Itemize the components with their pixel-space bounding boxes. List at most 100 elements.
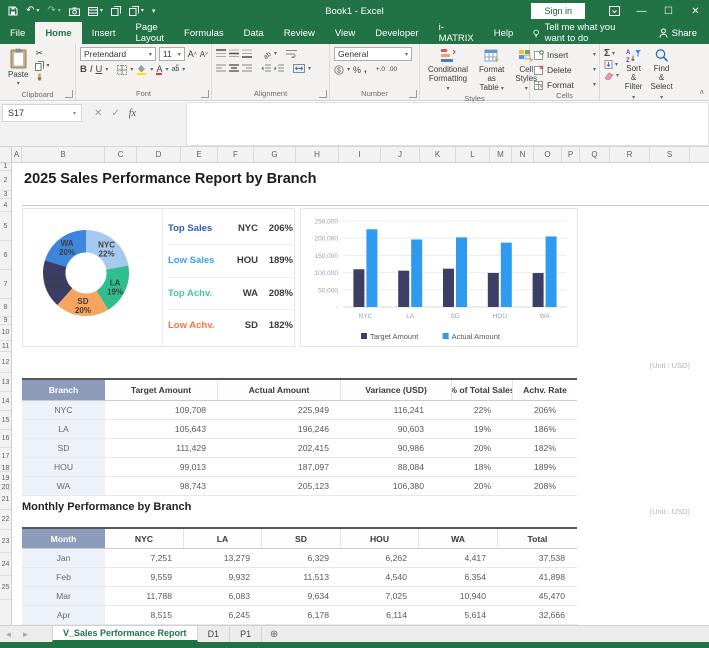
branch-row-nyc[interactable]: NYC109,708225,949116,24122%206% bbox=[22, 401, 577, 420]
row-header-23[interactable]: 23 bbox=[0, 530, 11, 553]
conditional-formatting-button[interactable]: ConditionalFormatting ▾ bbox=[424, 47, 472, 94]
decrease-indent-icon[interactable] bbox=[261, 62, 271, 75]
align-center-icon[interactable] bbox=[229, 62, 239, 75]
menu-tab-help[interactable]: Help bbox=[484, 22, 524, 44]
find-select-button[interactable]: Find &Select ▾ bbox=[648, 47, 675, 102]
font-color-button[interactable]: A bbox=[156, 63, 162, 76]
tell-me-box[interactable]: Tell me what you want to do bbox=[523, 22, 646, 44]
column-header-P[interactable]: P bbox=[562, 147, 580, 162]
column-header-J[interactable]: J bbox=[381, 147, 420, 162]
orientation-button[interactable]: ab bbox=[261, 47, 271, 60]
column-header-L[interactable]: L bbox=[456, 147, 490, 162]
minimize-button[interactable]: — bbox=[628, 0, 655, 22]
select-all-corner[interactable] bbox=[0, 147, 12, 162]
column-header-O[interactable]: O bbox=[534, 147, 562, 162]
table-rows-icon[interactable]: ▾ bbox=[88, 7, 103, 16]
row-header-16[interactable]: 16 bbox=[0, 430, 11, 448]
row-header-13[interactable]: 13 bbox=[0, 373, 11, 392]
collapse-ribbon-icon[interactable]: ˄ bbox=[699, 88, 704, 97]
column-header-K[interactable]: K bbox=[420, 147, 456, 162]
insert-cells-button[interactable]: Insert▾ bbox=[534, 48, 596, 61]
decrease-decimal-button[interactable]: .00 bbox=[388, 63, 397, 76]
menu-tab-file[interactable]: File bbox=[0, 22, 35, 44]
clipboard-dialog-launcher[interactable] bbox=[65, 90, 73, 98]
row-header-5[interactable]: 5 bbox=[0, 212, 11, 241]
menu-tab-i-matrix[interactable]: i-MATRIX bbox=[429, 22, 484, 44]
percent-style-button[interactable]: % bbox=[353, 63, 361, 76]
column-header-F[interactable]: F bbox=[218, 147, 254, 162]
format-cells-button[interactable]: Format▾ bbox=[534, 78, 596, 91]
menu-tab-page-layout[interactable]: Page Layout bbox=[125, 22, 174, 44]
row-header-20[interactable]: 20 bbox=[0, 485, 11, 490]
camera-icon[interactable] bbox=[69, 7, 80, 16]
new-sheet-button[interactable]: ⊕ bbox=[262, 626, 286, 642]
fill-color-button[interactable] bbox=[136, 63, 147, 76]
share-button[interactable]: Share bbox=[647, 22, 709, 44]
sign-in-button[interactable]: Sign in bbox=[531, 3, 585, 19]
underline-button[interactable]: U bbox=[96, 63, 103, 76]
confirm-entry-icon[interactable]: ✓ bbox=[111, 108, 119, 119]
monthly-row-apr[interactable]: Apr8,5156,2456,1786,1145,61432,666 bbox=[22, 606, 577, 625]
column-header-H[interactable]: H bbox=[296, 147, 339, 162]
monthly-row-feb[interactable]: Feb9,5599,93211,5134,5406,35441,898 bbox=[22, 568, 577, 587]
menu-tab-data[interactable]: Data bbox=[234, 22, 274, 44]
number-format-combo[interactable]: General▾ bbox=[334, 47, 412, 61]
sheet-tab-p1[interactable]: P1 bbox=[230, 626, 262, 642]
align-top-icon[interactable] bbox=[216, 47, 226, 60]
row-header-22[interactable]: 22 bbox=[0, 510, 11, 530]
row-header-14[interactable]: 14 bbox=[0, 392, 11, 411]
row-header-1[interactable]: 1 bbox=[0, 163, 11, 171]
menu-tab-developer[interactable]: Developer bbox=[365, 22, 428, 44]
column-header-C[interactable]: C bbox=[105, 147, 137, 162]
phonetic-guide-button[interactable]: ab̃ bbox=[171, 63, 179, 76]
italic-button[interactable]: I bbox=[90, 63, 93, 76]
paste-special-icon[interactable]: ▾ bbox=[129, 6, 144, 16]
undo-icon[interactable]: ↶▾ bbox=[26, 6, 39, 16]
row-header-17[interactable]: 17 bbox=[0, 448, 11, 466]
clear-button[interactable]: ▾ bbox=[604, 71, 619, 80]
row-header-18[interactable]: 18 bbox=[0, 466, 11, 472]
sheet-nav-right-icon[interactable]: ► bbox=[17, 626, 34, 642]
row-header-8[interactable]: 8 bbox=[0, 299, 11, 317]
row-header-15[interactable]: 15 bbox=[0, 411, 11, 430]
column-header-N[interactable]: N bbox=[512, 147, 534, 162]
align-bottom-icon[interactable] bbox=[242, 47, 252, 60]
align-right-icon[interactable] bbox=[242, 62, 252, 75]
monthly-row-jan[interactable]: Jan7,25113,2796,3296,2624,41737,538 bbox=[22, 549, 577, 568]
accounting-format-button[interactable]: $ bbox=[334, 63, 344, 76]
wrap-text-button[interactable] bbox=[286, 47, 297, 60]
autosum-button[interactable]: Σ▾ bbox=[604, 49, 619, 58]
fill-button[interactable]: ▾ bbox=[604, 60, 619, 69]
row-header-7[interactable]: 7 bbox=[0, 270, 11, 299]
increase-decimal-button[interactable]: +.0 bbox=[376, 63, 385, 76]
format-as-table-button[interactable]: Format asTable ▾ bbox=[475, 47, 508, 94]
decrease-font-icon[interactable]: A˅ bbox=[200, 48, 208, 61]
cut-button[interactable]: ✂ bbox=[35, 49, 49, 58]
column-header-Q[interactable]: Q bbox=[580, 147, 610, 162]
alignment-dialog-launcher[interactable] bbox=[319, 90, 327, 98]
qat-customize-icon[interactable]: ▾ bbox=[152, 8, 156, 15]
font-name-combo[interactable]: Pretendard▾ bbox=[80, 47, 156, 61]
maximize-button[interactable]: ☐ bbox=[655, 0, 682, 22]
sheet-nav-left-icon[interactable]: ◄ bbox=[0, 626, 17, 642]
row-header-4[interactable]: 4 bbox=[0, 199, 11, 212]
cancel-entry-icon[interactable]: ✕ bbox=[94, 108, 102, 119]
font-size-combo[interactable]: 11▾ bbox=[159, 47, 185, 61]
align-middle-icon[interactable] bbox=[229, 47, 239, 60]
column-header-E[interactable]: E bbox=[181, 147, 218, 162]
increase-font-icon[interactable]: A˄ bbox=[188, 48, 197, 61]
font-dialog-launcher[interactable] bbox=[201, 90, 209, 98]
column-header-D[interactable]: D bbox=[137, 147, 181, 162]
formula-input[interactable] bbox=[186, 102, 709, 146]
branch-row-la[interactable]: LA105,643196,24690,60319%186% bbox=[22, 420, 577, 439]
row-header-10[interactable]: 10 bbox=[0, 325, 11, 341]
branch-row-sd[interactable]: SD111,429202,41590,98620%182% bbox=[22, 439, 577, 458]
align-left-icon[interactable] bbox=[216, 62, 226, 75]
save-icon[interactable] bbox=[8, 6, 18, 16]
monthly-row-mar[interactable]: Mar11,7886,0839,6347,02510,94045,470 bbox=[22, 587, 577, 606]
menu-tab-insert[interactable]: Insert bbox=[82, 22, 126, 44]
menu-tab-formulas[interactable]: Formulas bbox=[174, 22, 234, 44]
name-box[interactable]: S17▾ bbox=[2, 104, 82, 122]
paste-button[interactable]: Paste▾ bbox=[4, 47, 32, 88]
increase-indent-icon[interactable] bbox=[274, 62, 284, 75]
